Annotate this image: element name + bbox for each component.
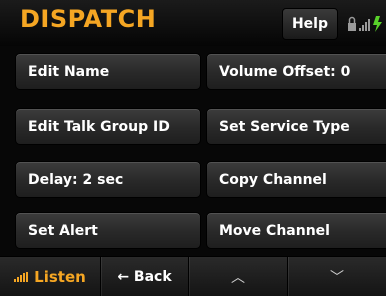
footer-bar: Listen ← Back ︿ ﹀ bbox=[0, 256, 386, 296]
set-service-type-button[interactable]: Set Service Type bbox=[206, 108, 386, 145]
chevron-down-icon: ﹀ bbox=[330, 269, 344, 286]
volume-offset-button[interactable]: Volume Offset: 0 bbox=[206, 53, 386, 90]
lock-icon bbox=[348, 16, 356, 31]
back-button[interactable]: ← Back bbox=[100, 257, 188, 296]
listen-button[interactable]: Listen bbox=[0, 257, 100, 296]
copy-channel-button[interactable]: Copy Channel bbox=[206, 161, 386, 198]
move-channel-button[interactable]: Move Channel bbox=[206, 212, 386, 249]
listen-label: Listen bbox=[34, 267, 86, 286]
header-bar: DISPATCH Help bbox=[0, 0, 386, 46]
edit-name-button[interactable]: Edit Name bbox=[15, 53, 201, 90]
scroll-up-button[interactable]: ︿ bbox=[188, 257, 287, 296]
edit-talk-group-id-button[interactable]: Edit Talk Group ID bbox=[15, 108, 201, 145]
chevron-up-icon: ︿ bbox=[231, 269, 245, 286]
signal-icon bbox=[359, 19, 370, 31]
set-alert-button[interactable]: Set Alert bbox=[15, 212, 201, 249]
scroll-down-button[interactable]: ﹀ bbox=[287, 257, 386, 296]
delay-button[interactable]: Delay: 2 sec bbox=[15, 161, 201, 198]
status-icons bbox=[346, 14, 386, 34]
signal-bars-icon bbox=[14, 271, 29, 282]
battery-icon bbox=[373, 16, 382, 32]
help-button[interactable]: Help bbox=[282, 8, 338, 40]
page-title: DISPATCH bbox=[20, 5, 157, 33]
back-label: ← Back bbox=[117, 268, 172, 285]
